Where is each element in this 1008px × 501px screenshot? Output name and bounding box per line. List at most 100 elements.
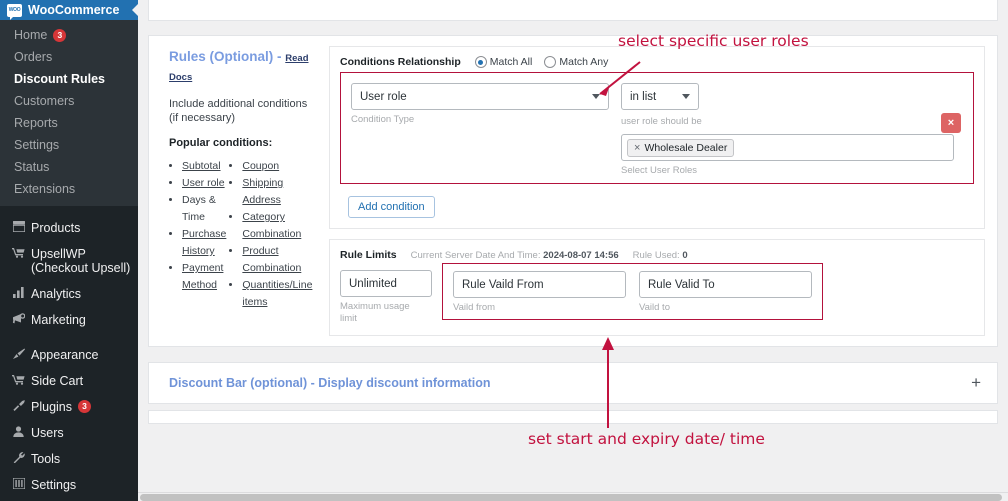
radio-match-all-label[interactable]: Match All [490, 56, 533, 68]
radio-match-any-label[interactable]: Match Any [559, 56, 608, 68]
match-mode-radio-group[interactable]: Match All Match Any [474, 56, 618, 68]
cart-icon [9, 374, 28, 385]
rule-used-info: Rule Used: 0 [633, 250, 688, 261]
user-roles-tag-input[interactable]: × Wholesale Dealer [621, 134, 954, 161]
sidebar-item-customers[interactable]: Customers [0, 90, 138, 112]
list-item[interactable]: Quantities/Line items [242, 277, 312, 311]
condition-link-user-role[interactable]: User role [182, 177, 225, 189]
sidebar-item-side-cart[interactable]: Side Cart [0, 368, 138, 394]
sidebar-item-users[interactable]: Users [0, 420, 138, 446]
rules-description: Include additional conditions (if necess… [169, 98, 308, 124]
condition-type-select[interactable]: User role [351, 83, 609, 110]
list-item[interactable]: Subtotal [182, 158, 226, 175]
chevron-left-icon [132, 4, 138, 16]
list-item[interactable]: Payment Method [182, 260, 226, 294]
chevron-down-icon [592, 94, 600, 99]
condition-link-purchase-history[interactable]: Purchase History [182, 228, 226, 257]
sidebar-item-label: Marketing [31, 313, 86, 327]
condition-operator-and-values: in list user role should be × Wholesale … [621, 83, 963, 177]
radio-match-any[interactable] [544, 56, 557, 68]
server-time-value: 2024-08-07 14:56 [543, 250, 619, 261]
scrollbar-thumb[interactable] [140, 494, 1002, 501]
sidebar-item-orders[interactable]: Orders [0, 46, 138, 68]
discount-bar-panel[interactable]: Discount Bar (optional) - Display discou… [148, 362, 998, 404]
list-item[interactable]: Purchase History [182, 226, 226, 260]
sidebar-item-settings[interactable]: Settings [0, 134, 138, 156]
admin-sidebar: WOO WooCommerce Home 3 Orders Discount R… [0, 0, 138, 501]
sidebar-item-label: Users [31, 426, 64, 440]
discount-bar-row[interactable]: Discount Bar (optional) - Display discou… [149, 363, 997, 403]
main-content: Rules (Optional) - Read Docs Include add… [138, 0, 1008, 501]
sidebar-item-discount-rules[interactable]: Discount Rules [0, 68, 138, 90]
popular-conditions-heading: Popular conditions: [169, 137, 273, 149]
sidebar-divider [0, 206, 138, 215]
condition-link-subtotal[interactable]: Subtotal [182, 160, 221, 172]
panel-strip-top [148, 0, 998, 21]
role-chip-wholesale-dealer[interactable]: × Wholesale Dealer [627, 138, 735, 157]
sidebar-item-extensions[interactable]: Extensions [0, 178, 138, 200]
condition-type-hint: Condition Type [351, 114, 415, 125]
sidebar-item-home[interactable]: Home 3 [0, 24, 138, 46]
sidebar-item-marketing[interactable]: Marketing [0, 307, 138, 333]
list-item[interactable]: Shipping Address [242, 175, 312, 209]
sidebar-item-settings-main[interactable]: Settings [0, 472, 138, 498]
paintbrush-icon [9, 348, 28, 359]
woo-icon: WOO [7, 3, 22, 20]
radio-match-all[interactable] [474, 56, 487, 68]
rule-used-label: Rule Used: [632, 250, 680, 261]
chevron-down-icon [682, 94, 690, 99]
sidebar-item-label: Appearance [31, 348, 99, 362]
condition-link-coupon[interactable]: Coupon [242, 160, 279, 172]
sidebar-item-status[interactable]: Status [0, 156, 138, 178]
condition-link-quantities-line-items[interactable]: Quantities/Line items [242, 279, 312, 308]
expand-plus-icon[interactable]: + [971, 374, 981, 391]
sidebar-item-woocommerce[interactable]: WOO WooCommerce [0, 0, 138, 20]
chip-remove-icon[interactable]: × [634, 142, 640, 154]
rule-limits-header: Rule Limits Current Server Date And Time… [340, 249, 974, 261]
rules-panel: Rules (Optional) - Read Docs Include add… [148, 35, 998, 347]
condition-link-category-combination[interactable]: Category Combination [242, 211, 301, 240]
plugins-badge: 3 [78, 400, 91, 413]
add-condition-button[interactable]: Add condition [348, 196, 435, 218]
sidebar-item-analytics[interactable]: Analytics [0, 281, 138, 307]
sidebar-item-reports[interactable]: Reports [0, 112, 138, 134]
condition-link-days-time[interactable]: Days & Time [182, 194, 216, 223]
sliders-icon [9, 478, 28, 489]
sidebar-item-upsellwp[interactable]: UpsellWP (Checkout Upsell) [0, 241, 138, 281]
sidebar-item-plugins[interactable]: Plugins 3 [0, 394, 138, 420]
valid-from-input[interactable]: Rule Vaild From [453, 271, 626, 298]
horizontal-scrollbar[interactable] [138, 492, 1008, 501]
sidebar-item-tools[interactable]: Tools [0, 446, 138, 472]
condition-link-product-combination[interactable]: Product Combination [242, 245, 301, 274]
megaphone-icon [9, 313, 28, 324]
condition-link-payment-method[interactable]: Payment Method [182, 262, 223, 291]
list-item[interactable]: Product Combination [242, 243, 312, 277]
operator-select[interactable]: in list [621, 83, 699, 110]
conditions-relationship-row: Conditions Relationship Match All Match … [340, 56, 974, 68]
annotation-top: select specific user roles [618, 32, 809, 50]
popular-conditions-col1: Subtotal User role Days & Time Purchase … [169, 158, 226, 311]
list-item[interactable]: Coupon [242, 158, 312, 175]
list-item[interactable]: User role [182, 175, 226, 192]
sidebar-item-label: Home [14, 27, 48, 42]
sidebar-item-label: UpsellWP (Checkout Upsell) [31, 247, 131, 275]
sidebar-item-products[interactable]: Products [0, 215, 138, 241]
sidebar-item-label: Status [14, 159, 50, 174]
list-item[interactable]: Category Combination [242, 209, 312, 243]
max-usage-input[interactable]: Unlimited [340, 270, 432, 297]
wrench-icon [9, 452, 28, 463]
chip-label: Wholesale Dealer [644, 141, 728, 154]
woocommerce-submenu: Home 3 Orders Discount Rules Customers R… [0, 20, 138, 206]
condition-link-shipping-address[interactable]: Shipping Address [242, 177, 283, 206]
delete-condition-button[interactable]: × [941, 113, 961, 133]
condition-type-value: User role [360, 90, 407, 103]
valid-to-input[interactable]: Rule Valid To [639, 271, 812, 298]
popular-conditions-col2: Coupon Shipping Address Category Combina… [229, 158, 312, 311]
sidebar-item-appearance[interactable]: Appearance [0, 342, 138, 368]
sidebar-item-label: Customers [14, 93, 75, 108]
condition-row-highlight: User role Condition Type in list user ro… [340, 72, 974, 184]
max-usage-hint: Maximum usage limit [340, 301, 410, 324]
valid-from-hint: Vaild from [453, 302, 496, 313]
max-usage-field: Unlimited Maximum usage limit [340, 263, 432, 325]
list-item[interactable]: Days & Time [182, 192, 226, 226]
